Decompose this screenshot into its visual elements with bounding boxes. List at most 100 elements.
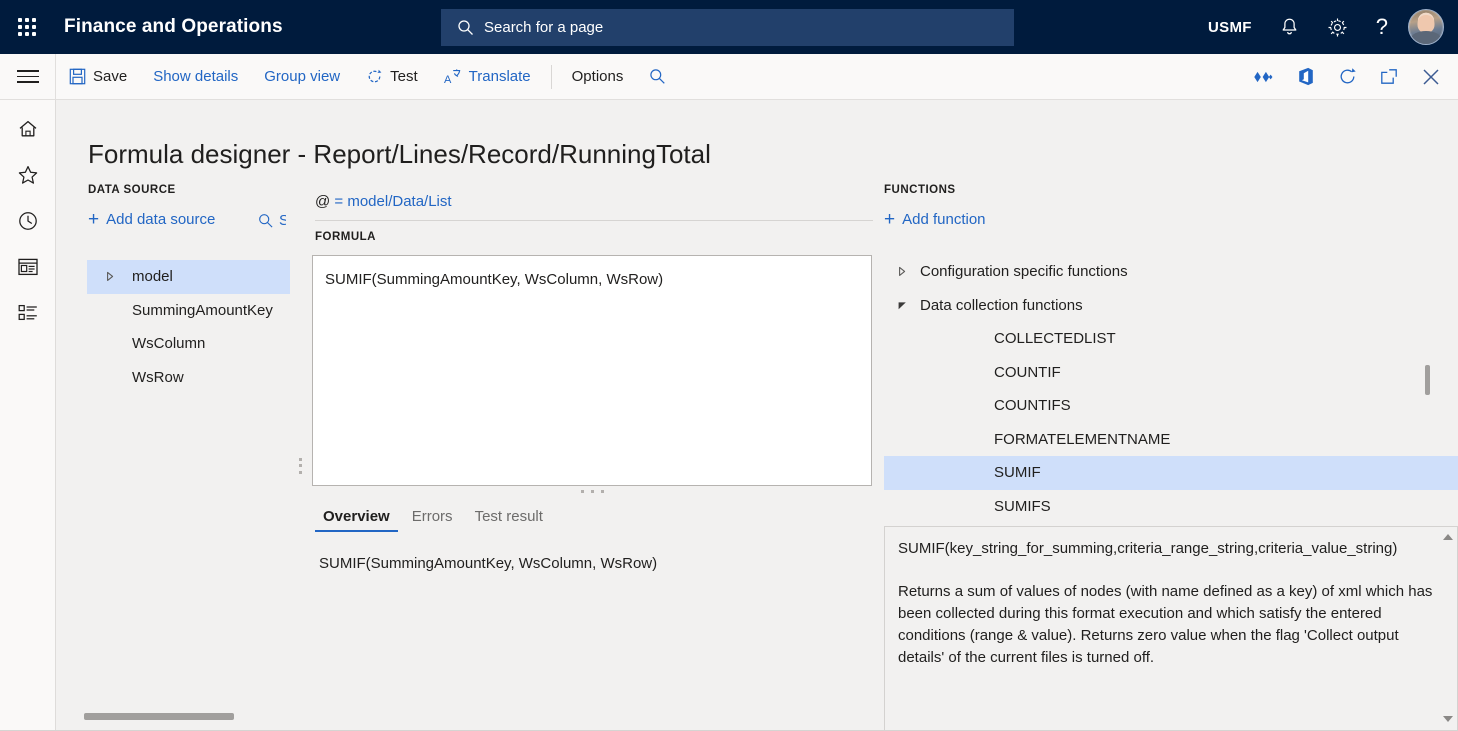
tab-overview[interactable]: Overview (312, 508, 401, 532)
company-selector[interactable]: USMF (1194, 0, 1266, 54)
function-description-text: Returns a sum of values of nodes (with n… (898, 583, 1433, 667)
data-source-search-button[interactable]: S (258, 212, 286, 229)
open-in-new-window-icon[interactable] (1368, 54, 1410, 99)
description-scrollbar[interactable] (1441, 531, 1454, 726)
top-navigation-bar: Finance and Operations Search for a page… (0, 0, 1458, 54)
data-source-node-label: WsRow (132, 368, 184, 386)
add-function-label: Add function (902, 211, 986, 228)
gear-icon[interactable] (1313, 0, 1362, 54)
plus-icon: + (884, 209, 896, 230)
search-icon (258, 213, 274, 229)
add-data-source-button[interactable]: + Add data source (88, 210, 215, 229)
binding-value: = model/Data/List (334, 193, 452, 210)
formula-designer-page: Finance and Operations Search for a page… (0, 0, 1458, 731)
diamonds-icon[interactable] (1242, 54, 1284, 99)
options-label: Options (571, 68, 624, 85)
formula-section-label: FORMULA (315, 231, 376, 243)
functions-section-label: FUNCTIONS (884, 184, 956, 196)
data-source-section-label: DATA SOURCE (88, 184, 176, 196)
result-tabs: Overview Errors Test result (312, 498, 554, 532)
function-item-label: FORMATELEMENTNAME (994, 430, 1171, 448)
function-item-sumifs[interactable]: SUMIFS (884, 490, 1458, 519)
chevron-right-icon[interactable] (884, 266, 920, 277)
group-view-button[interactable]: Group view (251, 54, 353, 99)
command-bar-divider (550, 64, 552, 89)
add-function-button[interactable]: + Add function (884, 210, 986, 230)
global-search-input[interactable]: Search for a page (441, 9, 1014, 46)
data-source-node-label: model (132, 268, 173, 286)
formula-editor-resize-handle[interactable] (312, 486, 872, 496)
svg-text:A: A (444, 74, 452, 86)
group-view-label: Group view (264, 68, 341, 85)
add-data-source-label: Add data source (106, 211, 216, 228)
plus-icon: + (88, 209, 100, 230)
app-title: Finance and Operations (64, 16, 283, 37)
panel-splitter-vertical[interactable] (293, 200, 307, 731)
function-item-formatelementname[interactable]: FORMATELEMENTNAME (884, 423, 1458, 457)
function-group-data-collection[interactable]: Data collection functions (884, 289, 1458, 323)
user-avatar[interactable] (1408, 9, 1444, 45)
data-source-node-label: SummingAmountKey (132, 301, 273, 319)
workspace: Formula designer - Report/Lines/Record/R… (57, 100, 1458, 731)
functions-tree-scrollbar-thumb[interactable] (1425, 365, 1430, 395)
modules-list-icon[interactable] (0, 290, 56, 336)
test-label: Test (390, 68, 418, 85)
function-description-panel: SUMIF(key_string_for_summing,criteria_ra… (884, 526, 1458, 731)
tab-errors[interactable]: Errors (401, 508, 464, 532)
data-source-node-wsrow[interactable]: WsRow (87, 361, 290, 395)
show-details-button[interactable]: Show details (140, 54, 251, 99)
function-item-label: COUNTIFS (994, 397, 1071, 415)
workspace-icon[interactable] (0, 244, 56, 290)
close-icon[interactable] (1410, 54, 1452, 99)
save-button[interactable]: Save (56, 54, 140, 99)
show-details-label: Show details (153, 68, 239, 85)
page-title: Formula designer - Report/Lines/Record/R… (88, 139, 711, 169)
function-item-countif[interactable]: COUNTIF (884, 356, 1458, 390)
function-item-label: SUMIFS (994, 497, 1051, 515)
refresh-icon[interactable] (1326, 54, 1368, 99)
function-item-countifs[interactable]: COUNTIFS (884, 389, 1458, 423)
function-item-label: SUMIF (994, 464, 1041, 482)
formula-editor[interactable]: SUMIF(SummingAmountKey, WsColumn, WsRow) (312, 255, 872, 486)
app-launcher-icon[interactable] (0, 0, 54, 54)
test-button[interactable]: Test (353, 54, 431, 99)
save-icon (69, 68, 86, 85)
function-item-collectedlist[interactable]: COLLECTEDLIST (884, 322, 1458, 356)
home-icon[interactable] (0, 106, 56, 152)
command-bar-right-actions (1242, 54, 1452, 99)
data-source-node-model[interactable]: model (87, 260, 290, 294)
tab-test-result[interactable]: Test result (464, 508, 554, 532)
function-group-configuration-specific[interactable]: Configuration specific functions (884, 255, 1458, 289)
chevron-down-icon[interactable] (884, 300, 920, 311)
search-icon (649, 68, 666, 85)
question-mark-icon[interactable]: ? (1362, 0, 1402, 54)
functions-tree: Configuration specific functions Data co… (884, 255, 1458, 518)
data-source-node-wscolumn[interactable]: WsColumn (87, 327, 290, 361)
translate-label: Translate (468, 68, 531, 85)
data-source-search-label: S (279, 212, 286, 229)
options-button[interactable]: Options (559, 54, 637, 99)
bell-icon[interactable] (1266, 0, 1313, 54)
data-source-node-summingamountkey[interactable]: SummingAmountKey (87, 294, 290, 328)
functions-tree-scrollbar[interactable] (1425, 257, 1431, 520)
command-bar-search-button[interactable] (636, 54, 679, 99)
function-group-label: Data collection functions (920, 296, 1083, 314)
clock-icon[interactable] (0, 198, 56, 244)
hamburger-icon[interactable] (0, 54, 56, 99)
star-icon[interactable] (0, 152, 56, 198)
chevron-right-icon[interactable] (90, 271, 130, 282)
horizontal-scrollbar[interactable] (57, 713, 1458, 722)
translate-button[interactable]: A Translate (431, 54, 544, 99)
command-bar: Save Show details Group view Test A Tran… (0, 54, 1458, 100)
office-icon[interactable] (1284, 54, 1326, 99)
function-item-sumif[interactable]: SUMIF (884, 456, 1458, 490)
translate-icon: A (444, 68, 462, 86)
save-label: Save (93, 68, 128, 85)
refresh-icon (366, 68, 383, 85)
data-source-node-label: WsColumn (132, 335, 206, 353)
left-navigation-rail (0, 100, 56, 731)
tab-overview-label: Overview (323, 508, 390, 525)
scroll-up-icon[interactable] (1441, 531, 1454, 544)
horizontal-scrollbar-thumb[interactable] (84, 713, 234, 720)
formula-editor-text[interactable]: SUMIF(SummingAmountKey, WsColumn, WsRow) (313, 256, 871, 303)
